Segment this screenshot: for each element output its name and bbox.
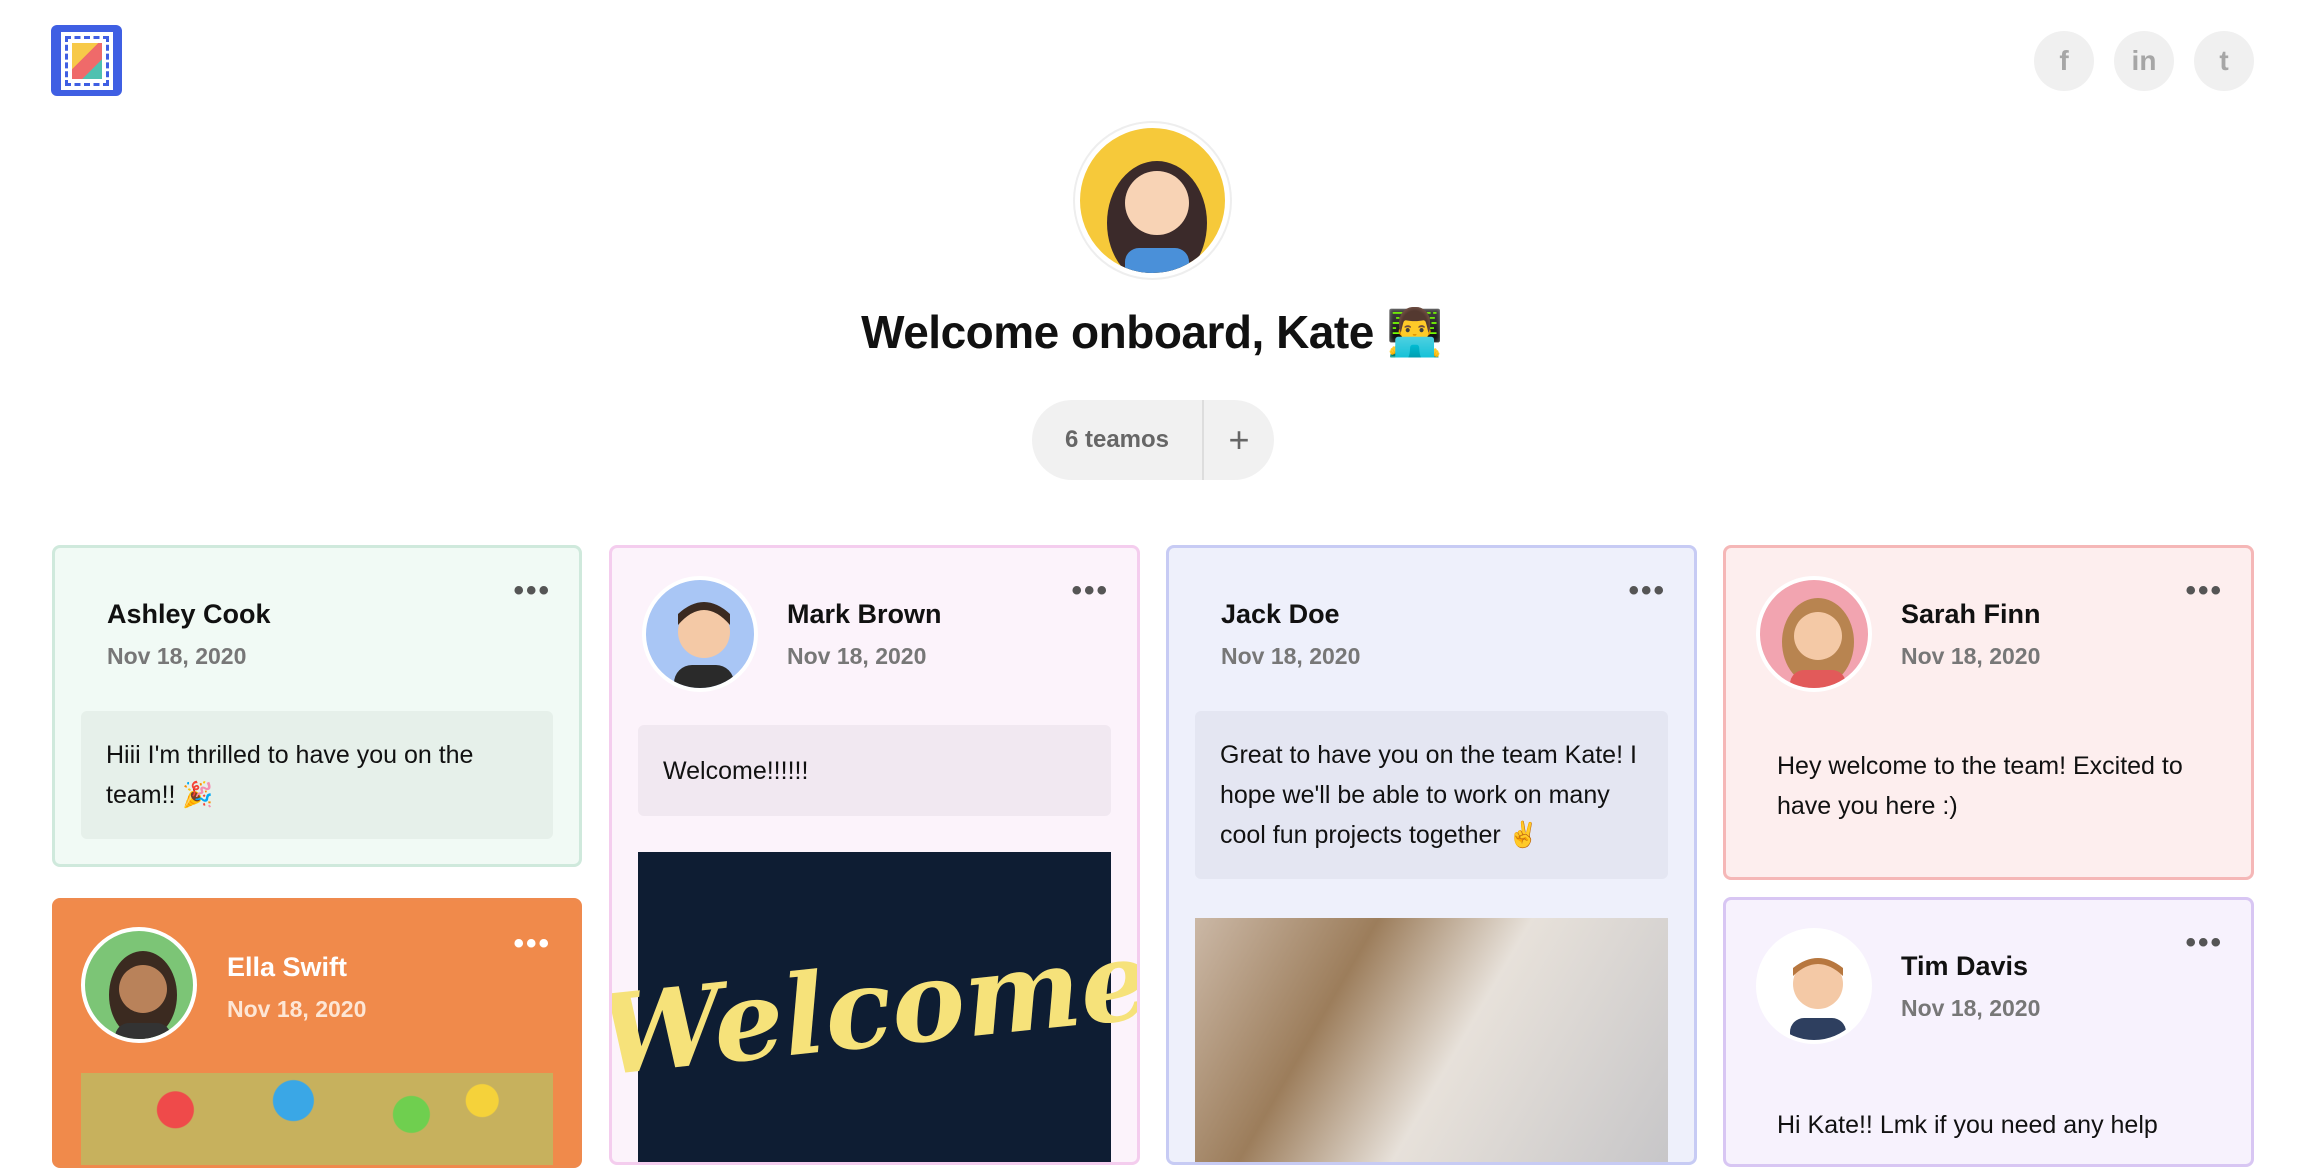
- author-name: Jack Doe: [1221, 599, 1340, 629]
- page-title: Welcome onboard, Kate 👨‍💻: [861, 306, 1443, 358]
- message-text: Hiii I'm thrilled to have you on the tea…: [81, 711, 553, 839]
- post-date: Nov 18, 2020: [107, 643, 247, 669]
- avatar: [1756, 928, 1872, 1044]
- post-date: Nov 18, 2020: [1901, 995, 2041, 1021]
- message-text: Hey welcome to the team! Excited to have…: [1777, 751, 2183, 820]
- facebook-icon[interactable]: f: [2034, 31, 2094, 91]
- message-card: Sarah Finn Nov 18, 2020 ••• Hey welcome …: [1723, 545, 2254, 880]
- author-name: Mark Brown: [787, 599, 942, 629]
- post-date: Nov 18, 2020: [787, 643, 927, 669]
- teamos-count: 6 teamos: [1064, 426, 1170, 453]
- dog-photo: [1195, 918, 1668, 1162]
- avatar: [1756, 576, 1872, 692]
- post-date: Nov 18, 2020: [227, 996, 367, 1022]
- post-date: Nov 18, 2020: [1901, 643, 2041, 669]
- message-card: Ashley Cook Nov 18, 2020 ••• Hiii I'm th…: [52, 545, 582, 867]
- author-name: Ella Swift: [227, 952, 348, 982]
- message-text: Welcome!!!!!!: [638, 725, 1111, 816]
- post-date: Nov 18, 2020: [1221, 643, 1361, 669]
- author-name: Sarah Finn: [1901, 599, 2041, 629]
- add-teamo-button[interactable]: +: [1204, 419, 1274, 461]
- welcome-gif-text: Welcome: [609, 913, 1140, 1101]
- twitter-icon[interactable]: t: [2194, 31, 2254, 91]
- avatar: [642, 576, 758, 692]
- message-card: Ella Swift Nov 18, 2020 •••: [52, 898, 582, 1168]
- author-name: Ashley Cook: [107, 599, 271, 629]
- message-card: Jack Doe Nov 18, 2020 ••• Great to have …: [1166, 545, 1697, 1165]
- app-logo[interactable]: [51, 25, 122, 96]
- avatar: [81, 927, 197, 1043]
- more-options-icon[interactable]: •••: [1628, 576, 1666, 606]
- more-options-icon[interactable]: •••: [513, 576, 551, 606]
- author-name: Tim Davis: [1901, 951, 2029, 981]
- more-options-icon[interactable]: •••: [513, 929, 551, 959]
- welcome-gif: Welcome: [612, 852, 1137, 1162]
- recipient-avatar: [1075, 123, 1230, 278]
- balloons-photo: [81, 1073, 553, 1165]
- more-options-icon[interactable]: •••: [2185, 928, 2223, 958]
- social-share-bar: f in t: [2034, 31, 2254, 91]
- linkedin-icon[interactable]: in: [2114, 31, 2174, 91]
- message-card: Tim Davis Nov 18, 2020 ••• Hi Kate!! Lmk…: [1723, 897, 2254, 1167]
- teamos-counter: 6 teamos +: [1032, 400, 1274, 480]
- message-card: Mark Brown Nov 18, 2020 ••• Welcome!!!!!…: [609, 545, 1140, 1165]
- more-options-icon[interactable]: •••: [2185, 576, 2223, 606]
- message-text: Hi Kate!! Lmk if you need any help: [1777, 1111, 2158, 1139]
- more-options-icon[interactable]: •••: [1071, 576, 1109, 606]
- message-text: Great to have you on the team Kate! I ho…: [1195, 711, 1668, 879]
- stamp-icon: [60, 31, 113, 90]
